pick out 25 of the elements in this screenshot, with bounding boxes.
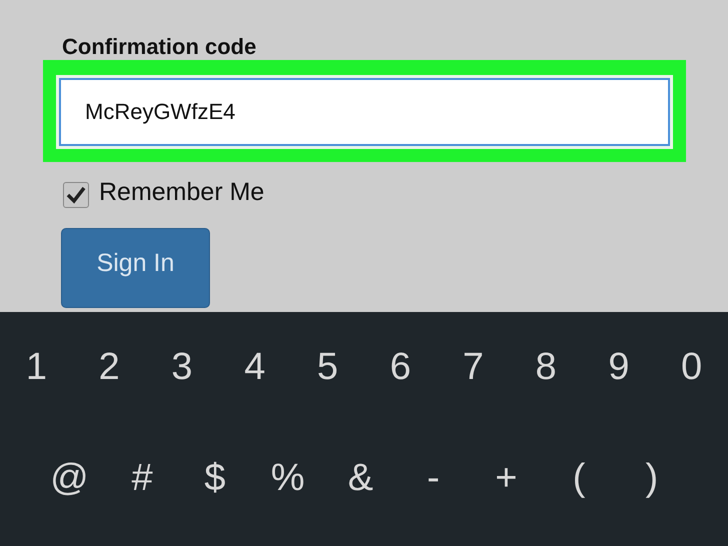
- sign-in-button[interactable]: Sign In: [61, 228, 210, 308]
- checkmark-icon: [66, 186, 86, 204]
- keyboard-key[interactable]: (: [542, 453, 616, 504]
- keyboard-key[interactable]: -: [396, 453, 470, 504]
- keyboard-key[interactable]: 3: [146, 342, 218, 393]
- keyboard-key[interactable]: 7: [436, 342, 510, 393]
- checkbox-label: Remember Me: [99, 178, 264, 206]
- field-label: Confirmation code: [62, 34, 258, 60]
- checkbox[interactable]: [63, 182, 89, 208]
- keyboard-key[interactable]: %: [251, 453, 324, 504]
- keyboard-key[interactable]: 6: [364, 342, 437, 393]
- keyboard-key[interactable]: @: [33, 453, 106, 504]
- keyboard-key[interactable]: $: [178, 453, 252, 504]
- keyboard-key[interactable]: ): [615, 453, 688, 504]
- input-field[interactable]: McReyGWfzE4: [59, 78, 670, 146]
- keyboard-key[interactable]: 1: [0, 342, 73, 393]
- keyboard-key[interactable]: 2: [72, 342, 146, 393]
- keyboard-key[interactable]: 8: [510, 342, 582, 393]
- keyboard-key[interactable]: 0: [655, 342, 728, 393]
- keyboard-key[interactable]: &: [324, 453, 397, 504]
- keyboard-key[interactable]: 4: [218, 342, 292, 393]
- keyboard-key[interactable]: 5: [291, 342, 364, 393]
- keyboard-key[interactable]: +: [470, 453, 543, 504]
- keyboard-key[interactable]: #: [106, 453, 179, 504]
- keyboard-key[interactable]: 9: [582, 342, 656, 393]
